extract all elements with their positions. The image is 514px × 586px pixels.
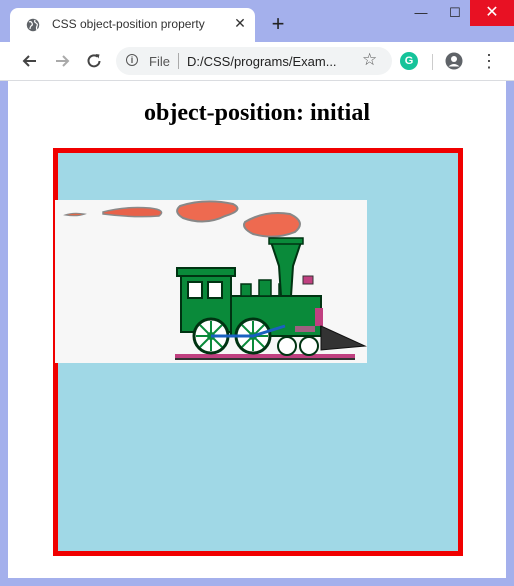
forward-arrow-icon[interactable] [51, 50, 73, 72]
browser-toolbar: i File D:/CSS/programs/Exam... ☆ G ⋮ [0, 42, 514, 81]
url-text[interactable]: D:/CSS/programs/Exam... [187, 54, 337, 69]
close-window-button[interactable]: ✕ [470, 0, 514, 26]
new-tab-button[interactable]: + [268, 13, 288, 35]
scheme-label: File [149, 54, 170, 69]
profile-icon[interactable] [445, 52, 463, 70]
minimize-button[interactable]: — [404, 0, 438, 26]
page-viewport: object-position: initial [0, 81, 514, 578]
grammarly-extension-icon[interactable]: G [400, 52, 418, 70]
tab-active[interactable]: CSS object-position property ✕ [10, 8, 255, 42]
title-bar: CSS object-position property ✕ + — ☐ ✕ [0, 0, 514, 42]
page-title: object-position: initial [144, 100, 370, 126]
window-bottom-border [0, 578, 514, 586]
bookmark-star-icon[interactable]: ☆ [362, 50, 377, 70]
info-icon[interactable]: i [126, 54, 138, 66]
tab-title: CSS object-position property [52, 17, 205, 31]
maximize-button[interactable]: ☐ [438, 0, 472, 26]
reload-icon[interactable] [83, 50, 105, 72]
divider [432, 54, 433, 70]
address-bar[interactable]: i File D:/CSS/programs/Exam... ☆ [116, 47, 392, 75]
steam-train-image [55, 200, 367, 363]
divider [178, 53, 179, 69]
close-tab-icon[interactable]: ✕ [232, 15, 248, 31]
back-arrow-icon[interactable] [19, 50, 41, 72]
globe-icon [26, 18, 40, 32]
menu-kebab-icon[interactable]: ⋮ [480, 51, 498, 71]
